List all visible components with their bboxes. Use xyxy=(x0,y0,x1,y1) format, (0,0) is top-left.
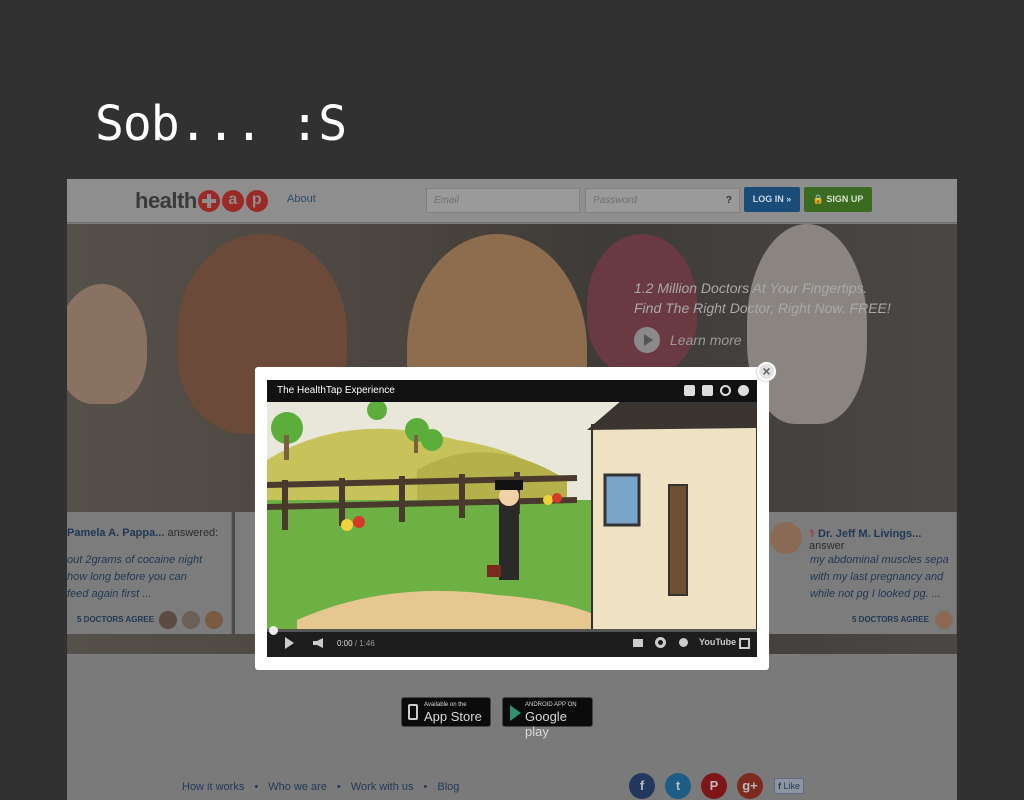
avatar[interactable] xyxy=(182,611,200,629)
volume-icon[interactable] xyxy=(313,638,323,648)
footer-link-blog[interactable]: Blog xyxy=(437,781,459,793)
logo-cross-icon xyxy=(197,190,220,212)
password-help-icon[interactable]: ? xyxy=(726,195,732,206)
footer-link-work-with-us[interactable]: Work with us xyxy=(351,781,414,793)
video-title[interactable]: The HealthTap Experience xyxy=(277,385,395,396)
avatar[interactable] xyxy=(159,611,177,629)
footer-separator: • xyxy=(336,781,341,793)
answered-label: answered: xyxy=(167,527,219,539)
footer-separator: • xyxy=(423,781,428,793)
lock-icon: 🔒 xyxy=(812,194,827,204)
video-player[interactable]: The HealthTap Experience 0:00 / 1:46 You… xyxy=(267,380,757,657)
question-line: my abdominal muscles sepa xyxy=(810,554,949,566)
logo-letter-a: a xyxy=(221,190,244,212)
question-text: out 2grams of cocaine night how long bef… xyxy=(67,552,202,603)
video-controls: 0:00 / 1:46 YouTube xyxy=(267,629,757,657)
twitter-icon[interactable]: t xyxy=(665,773,691,799)
annotations-icon[interactable] xyxy=(679,638,688,647)
video-title-bar: The HealthTap Experience xyxy=(267,380,757,402)
healthtap-logo[interactable]: health a p xyxy=(135,186,269,216)
slide-title: Sob... :S xyxy=(95,96,347,152)
logo-letter-p: p xyxy=(245,190,268,212)
question-line: out 2grams of cocaine night xyxy=(67,554,203,566)
hero-tagline: 1.2 Million Doctors At Your Fingertips. … xyxy=(634,278,891,318)
email-placeholder: Email xyxy=(434,195,460,206)
logo-text: health xyxy=(135,188,197,213)
doctor-name-text: Dr. Jeff M. Livings... xyxy=(818,528,922,540)
settings-icon[interactable] xyxy=(655,637,666,648)
question-line: with my last pregnancy and xyxy=(810,571,944,583)
question-line: how long before you can xyxy=(67,571,187,583)
doctors-agree-count: 5 DOCTORS AGREE xyxy=(77,615,154,624)
footer-link-who-we-are[interactable]: Who we are xyxy=(268,781,327,793)
facebook-like-button[interactable]: f Like xyxy=(774,778,805,794)
doctor-avatar[interactable] xyxy=(770,522,802,554)
tagline-line-2: Find The Right Doctor, Right Now. FREE! xyxy=(634,300,891,316)
signup-label: SIGN UP xyxy=(826,194,864,204)
google-plus-icon[interactable]: g+ xyxy=(737,773,763,799)
like-icon: f xyxy=(778,781,781,791)
avatar[interactable] xyxy=(935,611,953,629)
app-store-small-label: Available on the xyxy=(424,702,467,708)
question-line: while not pg I looked pg. ... xyxy=(810,588,941,600)
caduceus-icon: ⚕ xyxy=(809,528,819,540)
play-icon[interactable] xyxy=(285,637,294,649)
like-label: Like xyxy=(783,781,801,791)
facebook-icon[interactable]: f xyxy=(629,773,655,799)
doctor-name[interactable]: Pamela A. Pappa... answered: xyxy=(67,527,218,539)
site-header: health a p About Email Password? LOG IN … xyxy=(67,179,957,223)
pinterest-icon[interactable]: P xyxy=(701,773,727,799)
video-progress-bar[interactable] xyxy=(267,626,757,635)
login-button[interactable]: LOG IN » xyxy=(744,187,800,212)
time-current: 0:00 xyxy=(337,639,353,648)
youtube-logo[interactable]: YouTube xyxy=(699,637,736,647)
video-modal: The HealthTap Experience 0:00 / 1:46 You… xyxy=(255,367,769,670)
video-actions xyxy=(684,385,749,396)
app-store-label: App Store xyxy=(424,709,482,724)
play-icon xyxy=(634,327,660,353)
google-play-icon xyxy=(510,705,521,721)
apple-icon xyxy=(408,704,418,720)
time-total: / 1:46 xyxy=(352,639,375,648)
google-play-small-label: ANDROID APP ON xyxy=(525,702,577,708)
email-field[interactable]: Email xyxy=(426,188,580,213)
doctor-name-text: Pamela A. Pappa... xyxy=(67,527,165,539)
answered-label: answer xyxy=(809,540,845,552)
close-modal-button[interactable]: × xyxy=(757,362,776,381)
video-frame-illustration xyxy=(267,380,757,641)
video-time: 0:00 / 1:46 xyxy=(337,639,375,648)
answer-card-left[interactable]: Pamela A. Pappa... answered: out 2grams … xyxy=(67,512,232,634)
footer-nav: How it works • Who we are • Work with us… xyxy=(182,781,459,793)
password-field[interactable]: Password? xyxy=(585,188,740,213)
video-scrubber[interactable] xyxy=(269,626,278,635)
password-placeholder: Password xyxy=(593,195,637,206)
tagline-line-1: 1.2 Million Doctors At Your Fingertips. xyxy=(634,280,868,296)
google-play-button[interactable]: ANDROID APP ON Google play xyxy=(502,697,593,739)
google-play-label: Google play xyxy=(525,709,567,739)
avatar[interactable] xyxy=(205,611,223,629)
app-store-button[interactable]: Available on the App Store xyxy=(401,697,491,727)
learn-more-button[interactable]: Learn more xyxy=(634,327,742,353)
captions-icon[interactable] xyxy=(633,639,643,647)
info-icon[interactable] xyxy=(738,385,749,396)
question-text: my abdominal muscles sepa with my last p… xyxy=(810,552,949,603)
footer-separator: • xyxy=(254,781,259,793)
thumbs-up-icon[interactable] xyxy=(684,385,695,396)
fullscreen-icon[interactable] xyxy=(739,638,750,649)
question-line: feed again first ... xyxy=(67,588,152,600)
thumbs-down-icon[interactable] xyxy=(702,385,713,396)
footer-link-how-it-works[interactable]: How it works xyxy=(182,781,244,793)
page-bottom: Available on the App Store ANDROID APP O… xyxy=(67,655,957,800)
share-icon[interactable] xyxy=(720,385,731,396)
doctors-agree-count: 5 DOCTORS AGREE xyxy=(852,615,929,624)
doctor-name[interactable]: ⚕ Dr. Jeff M. Livings... answer xyxy=(809,527,956,552)
learn-more-label: Learn more xyxy=(670,332,742,348)
about-link[interactable]: About xyxy=(287,193,316,205)
signup-button[interactable]: 🔒 SIGN UP xyxy=(804,187,872,212)
answer-card-right[interactable]: ⚕ Dr. Jeff M. Livings... answer my abdom… xyxy=(767,512,957,634)
